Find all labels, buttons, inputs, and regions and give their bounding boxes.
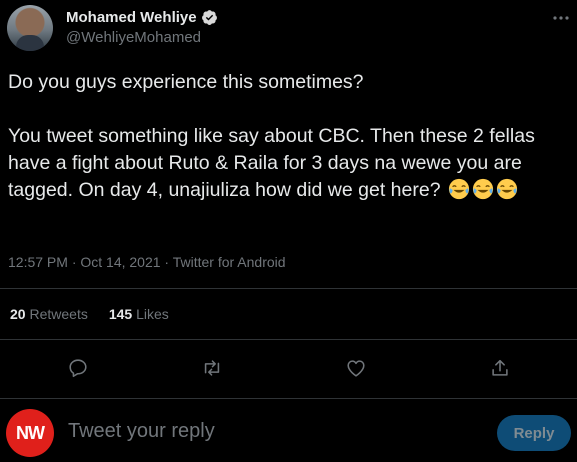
tweet-actions [0, 357, 577, 381]
tweet-header: Mohamed Wehliye @WehliyeMohamed [0, 0, 577, 60]
retweets-label: Retweets [29, 306, 88, 322]
current-user-avatar-text: NW [16, 422, 45, 443]
like-heart-icon[interactable] [345, 357, 367, 379]
tears-of-joy-emoji-icon [472, 178, 494, 200]
retweet-icon[interactable] [201, 357, 223, 379]
tweet-stats: 20 Retweets 145 Likes [10, 306, 169, 322]
tweet-paragraph-2: You tweet something like say about CBC. … [8, 123, 568, 204]
author-display-name[interactable]: Mohamed Wehliye [66, 9, 197, 26]
more-options-icon[interactable] [551, 8, 571, 28]
tweet-timestamp[interactable]: 12:57 PM · Oct 14, 2021 · Twitter for An… [8, 254, 286, 270]
current-user-avatar[interactable]: NW [6, 409, 54, 457]
retweets-count: 20 [10, 306, 26, 322]
likes-stat[interactable]: 145 Likes [109, 306, 169, 322]
divider [0, 288, 577, 289]
reply-input[interactable]: Tweet your reply [68, 420, 215, 443]
likes-label: Likes [136, 306, 169, 322]
author-avatar[interactable] [7, 5, 53, 51]
divider [0, 398, 577, 399]
tears-of-joy-emoji-icon [448, 178, 470, 200]
divider [0, 339, 577, 340]
author-name-row: Mohamed Wehliye [66, 9, 218, 26]
likes-count: 145 [108, 306, 133, 322]
tweet-text: Do you guys experience this sometimes? Y… [8, 69, 568, 204]
verified-badge-icon [201, 10, 217, 25]
retweets-stat[interactable]: 20 Retweets [10, 306, 88, 322]
reply-button[interactable]: Reply [497, 415, 571, 451]
reply-icon[interactable] [67, 357, 89, 379]
author-handle[interactable]: @WehliyeMohamed [66, 29, 201, 46]
tears-of-joy-emoji-icon [496, 178, 518, 200]
share-icon[interactable] [489, 357, 511, 379]
tweet-line-1: Do you guys experience this sometimes? [8, 71, 364, 93]
